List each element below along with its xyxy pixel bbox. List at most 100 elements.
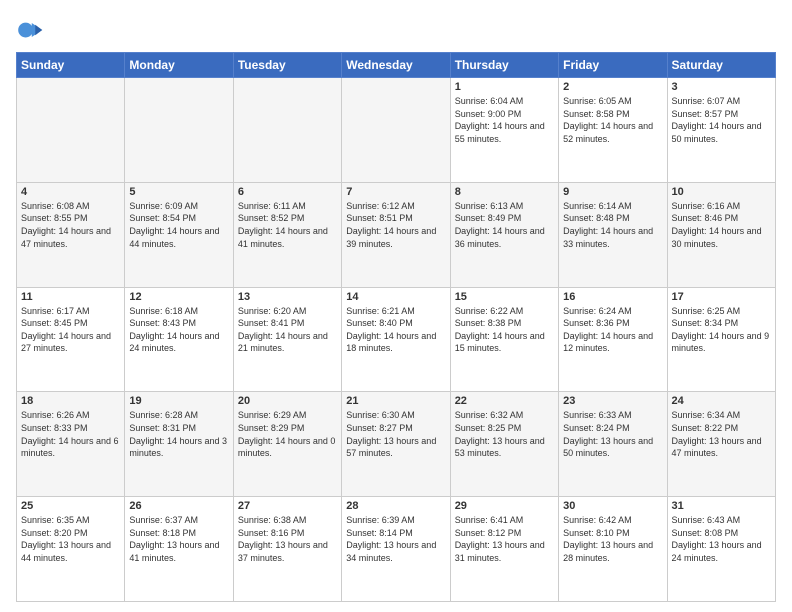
calendar-day-cell: 13 Sunrise: 6:20 AMSunset: 8:41 PMDaylig… — [233, 287, 341, 392]
day-number: 19 — [129, 395, 228, 407]
day-detail: Sunrise: 6:25 AMSunset: 8:34 PMDaylight:… — [672, 306, 770, 354]
calendar-day-cell: 21 Sunrise: 6:30 AMSunset: 8:27 PMDaylig… — [342, 392, 450, 497]
day-detail: Sunrise: 6:29 AMSunset: 8:29 PMDaylight:… — [238, 410, 336, 458]
day-detail: Sunrise: 6:26 AMSunset: 8:33 PMDaylight:… — [21, 410, 119, 458]
day-detail: Sunrise: 6:04 AMSunset: 9:00 PMDaylight:… — [455, 96, 545, 144]
calendar-week-row: 25 Sunrise: 6:35 AMSunset: 8:20 PMDaylig… — [17, 497, 776, 602]
day-detail: Sunrise: 6:34 AMSunset: 8:22 PMDaylight:… — [672, 410, 762, 458]
calendar-day-header: Wednesday — [342, 53, 450, 78]
day-detail: Sunrise: 6:05 AMSunset: 8:58 PMDaylight:… — [563, 96, 653, 144]
day-number: 21 — [346, 395, 445, 407]
calendar-day-cell — [342, 78, 450, 183]
calendar-day-cell: 4 Sunrise: 6:08 AMSunset: 8:55 PMDayligh… — [17, 182, 125, 287]
day-detail: Sunrise: 6:28 AMSunset: 8:31 PMDaylight:… — [129, 410, 227, 458]
calendar-day-cell — [17, 78, 125, 183]
page: SundayMondayTuesdayWednesdayThursdayFrid… — [0, 0, 792, 612]
day-detail: Sunrise: 6:39 AMSunset: 8:14 PMDaylight:… — [346, 515, 436, 563]
day-number: 6 — [238, 186, 337, 198]
day-detail: Sunrise: 6:13 AMSunset: 8:49 PMDaylight:… — [455, 201, 545, 249]
calendar-day-cell: 9 Sunrise: 6:14 AMSunset: 8:48 PMDayligh… — [559, 182, 667, 287]
calendar-day-header: Thursday — [450, 53, 558, 78]
day-number: 22 — [455, 395, 554, 407]
calendar-day-header: Tuesday — [233, 53, 341, 78]
calendar-day-cell: 31 Sunrise: 6:43 AMSunset: 8:08 PMDaylig… — [667, 497, 775, 602]
day-number: 13 — [238, 291, 337, 303]
header — [16, 16, 776, 44]
day-number: 8 — [455, 186, 554, 198]
day-detail: Sunrise: 6:37 AMSunset: 8:18 PMDaylight:… — [129, 515, 219, 563]
calendar-day-cell: 8 Sunrise: 6:13 AMSunset: 8:49 PMDayligh… — [450, 182, 558, 287]
day-detail: Sunrise: 6:21 AMSunset: 8:40 PMDaylight:… — [346, 306, 436, 354]
calendar-day-cell: 25 Sunrise: 6:35 AMSunset: 8:20 PMDaylig… — [17, 497, 125, 602]
day-number: 15 — [455, 291, 554, 303]
calendar-day-cell: 16 Sunrise: 6:24 AMSunset: 8:36 PMDaylig… — [559, 287, 667, 392]
day-detail: Sunrise: 6:22 AMSunset: 8:38 PMDaylight:… — [455, 306, 545, 354]
day-number: 25 — [21, 500, 120, 512]
calendar-day-header: Friday — [559, 53, 667, 78]
day-number: 26 — [129, 500, 228, 512]
day-number: 5 — [129, 186, 228, 198]
day-detail: Sunrise: 6:11 AMSunset: 8:52 PMDaylight:… — [238, 201, 328, 249]
day-number: 27 — [238, 500, 337, 512]
day-number: 11 — [21, 291, 120, 303]
day-detail: Sunrise: 6:41 AMSunset: 8:12 PMDaylight:… — [455, 515, 545, 563]
calendar-table: SundayMondayTuesdayWednesdayThursdayFrid… — [16, 52, 776, 602]
calendar-day-cell: 18 Sunrise: 6:26 AMSunset: 8:33 PMDaylig… — [17, 392, 125, 497]
day-detail: Sunrise: 6:32 AMSunset: 8:25 PMDaylight:… — [455, 410, 545, 458]
calendar-day-cell: 11 Sunrise: 6:17 AMSunset: 8:45 PMDaylig… — [17, 287, 125, 392]
day-detail: Sunrise: 6:08 AMSunset: 8:55 PMDaylight:… — [21, 201, 111, 249]
calendar-day-cell — [125, 78, 233, 183]
day-number: 10 — [672, 186, 771, 198]
day-detail: Sunrise: 6:12 AMSunset: 8:51 PMDaylight:… — [346, 201, 436, 249]
day-number: 31 — [672, 500, 771, 512]
calendar-day-cell: 10 Sunrise: 6:16 AMSunset: 8:46 PMDaylig… — [667, 182, 775, 287]
calendar-day-cell: 12 Sunrise: 6:18 AMSunset: 8:43 PMDaylig… — [125, 287, 233, 392]
calendar-day-cell: 6 Sunrise: 6:11 AMSunset: 8:52 PMDayligh… — [233, 182, 341, 287]
day-number: 2 — [563, 81, 662, 93]
day-number: 30 — [563, 500, 662, 512]
calendar-day-cell: 22 Sunrise: 6:32 AMSunset: 8:25 PMDaylig… — [450, 392, 558, 497]
day-number: 18 — [21, 395, 120, 407]
calendar-header-row: SundayMondayTuesdayWednesdayThursdayFrid… — [17, 53, 776, 78]
day-detail: Sunrise: 6:20 AMSunset: 8:41 PMDaylight:… — [238, 306, 328, 354]
calendar-day-cell: 19 Sunrise: 6:28 AMSunset: 8:31 PMDaylig… — [125, 392, 233, 497]
day-number: 17 — [672, 291, 771, 303]
calendar-day-cell: 17 Sunrise: 6:25 AMSunset: 8:34 PMDaylig… — [667, 287, 775, 392]
calendar-day-cell: 14 Sunrise: 6:21 AMSunset: 8:40 PMDaylig… — [342, 287, 450, 392]
calendar-day-cell: 23 Sunrise: 6:33 AMSunset: 8:24 PMDaylig… — [559, 392, 667, 497]
day-detail: Sunrise: 6:24 AMSunset: 8:36 PMDaylight:… — [563, 306, 653, 354]
day-number: 23 — [563, 395, 662, 407]
calendar-day-header: Saturday — [667, 53, 775, 78]
day-number: 9 — [563, 186, 662, 198]
day-number: 29 — [455, 500, 554, 512]
day-detail: Sunrise: 6:42 AMSunset: 8:10 PMDaylight:… — [563, 515, 653, 563]
day-number: 16 — [563, 291, 662, 303]
day-detail: Sunrise: 6:33 AMSunset: 8:24 PMDaylight:… — [563, 410, 653, 458]
calendar-day-cell: 2 Sunrise: 6:05 AMSunset: 8:58 PMDayligh… — [559, 78, 667, 183]
calendar-day-cell: 24 Sunrise: 6:34 AMSunset: 8:22 PMDaylig… — [667, 392, 775, 497]
calendar-day-cell — [233, 78, 341, 183]
day-number: 7 — [346, 186, 445, 198]
calendar-day-cell: 5 Sunrise: 6:09 AMSunset: 8:54 PMDayligh… — [125, 182, 233, 287]
calendar-day-header: Monday — [125, 53, 233, 78]
day-detail: Sunrise: 6:17 AMSunset: 8:45 PMDaylight:… — [21, 306, 111, 354]
calendar-day-cell: 29 Sunrise: 6:41 AMSunset: 8:12 PMDaylig… — [450, 497, 558, 602]
day-detail: Sunrise: 6:07 AMSunset: 8:57 PMDaylight:… — [672, 96, 762, 144]
calendar-day-cell: 3 Sunrise: 6:07 AMSunset: 8:57 PMDayligh… — [667, 78, 775, 183]
calendar-week-row: 18 Sunrise: 6:26 AMSunset: 8:33 PMDaylig… — [17, 392, 776, 497]
logo-icon — [16, 16, 44, 44]
calendar-day-cell: 27 Sunrise: 6:38 AMSunset: 8:16 PMDaylig… — [233, 497, 341, 602]
day-number: 1 — [455, 81, 554, 93]
day-number: 28 — [346, 500, 445, 512]
day-detail: Sunrise: 6:30 AMSunset: 8:27 PMDaylight:… — [346, 410, 436, 458]
calendar-day-header: Sunday — [17, 53, 125, 78]
calendar-day-cell: 20 Sunrise: 6:29 AMSunset: 8:29 PMDaylig… — [233, 392, 341, 497]
logo — [16, 16, 48, 44]
day-number: 20 — [238, 395, 337, 407]
day-number: 3 — [672, 81, 771, 93]
day-number: 14 — [346, 291, 445, 303]
day-number: 12 — [129, 291, 228, 303]
calendar-week-row: 1 Sunrise: 6:04 AMSunset: 9:00 PMDayligh… — [17, 78, 776, 183]
calendar-day-cell: 15 Sunrise: 6:22 AMSunset: 8:38 PMDaylig… — [450, 287, 558, 392]
calendar-day-cell: 30 Sunrise: 6:42 AMSunset: 8:10 PMDaylig… — [559, 497, 667, 602]
